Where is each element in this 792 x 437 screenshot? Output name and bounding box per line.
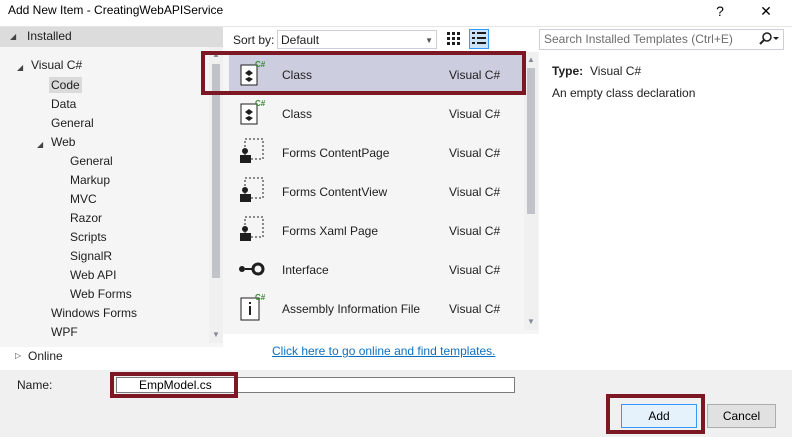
tree-item-online[interactable]: Online [28, 349, 63, 363]
details-type-label: Type: [552, 64, 584, 78]
tree-item-general[interactable]: General [51, 116, 94, 130]
svg-text:C#: C# [255, 293, 265, 302]
window-title: Add New Item - CreatingWebAPIService [8, 3, 224, 17]
annotation-highlight-add [606, 394, 705, 434]
tree-item-razor[interactable]: Razor [70, 211, 102, 225]
forms-page-icon [237, 176, 265, 206]
tree-item-signalr[interactable]: SignalR [70, 249, 112, 263]
details-type-value: Visual C# [590, 64, 642, 78]
tree-item-mvc[interactable]: MVC [70, 192, 97, 206]
list-scroll-up-icon[interactable]: ▲ [524, 55, 538, 64]
tree-item-web-api[interactable]: Web API [70, 268, 116, 282]
assembly-info-icon: C# [237, 292, 266, 322]
tree-item-web-general[interactable]: General [70, 154, 113, 168]
template-name: Forms ContentPage [282, 146, 390, 160]
list-scroll-down-icon[interactable]: ▼ [524, 317, 538, 326]
tree-item-web[interactable]: Web [51, 135, 75, 149]
template-language: Visual C# [449, 107, 501, 121]
tree-item-web-forms[interactable]: Web Forms [70, 287, 132, 301]
template-name: Forms ContentView [282, 185, 388, 199]
close-button[interactable]: ✕ [752, 0, 780, 24]
template-language: Visual C# [449, 185, 501, 199]
template-language: Visual C# [449, 224, 501, 238]
template-name: Forms Xaml Page [282, 224, 379, 238]
sort-by-value: Default [281, 33, 320, 47]
list-view-icon[interactable] [469, 29, 489, 49]
collapse-web-icon[interactable]: ◢ [37, 140, 43, 149]
collapse-visual-csharp-icon[interactable]: ◢ [17, 63, 23, 72]
tree-item-visual-csharp[interactable]: Visual C# [31, 58, 82, 72]
search-templates-input[interactable]: Search Installed Templates (Ctrl+E) [539, 29, 784, 50]
online-templates-link[interactable]: Click here to go online and find templat… [272, 344, 495, 358]
template-name: Class [282, 107, 313, 121]
forms-page-icon [237, 137, 265, 167]
search-placeholder: Search Installed Templates (Ctrl+E) [544, 32, 733, 46]
tree-item-windows-forms[interactable]: Windows Forms [51, 306, 137, 320]
tree-scroll-down-icon[interactable]: ▼ [209, 330, 223, 339]
template-language: Visual C# [449, 146, 501, 160]
sort-by-select[interactable]: Default ▼ [277, 30, 437, 49]
annotation-highlight-class [201, 51, 526, 95]
template-name: Interface [282, 263, 329, 277]
sort-by-label: Sort by: [233, 33, 275, 47]
list-scroll-thumb[interactable] [527, 68, 535, 214]
template-name: Assembly Information File [282, 302, 421, 316]
template-language: Visual C# [449, 302, 501, 316]
search-icon[interactable] [758, 31, 780, 50]
tree-item-installed[interactable]: Installed [27, 29, 72, 43]
tree-item-markup[interactable]: Markup [70, 173, 110, 187]
svg-text:C#: C# [255, 99, 265, 108]
name-label: Name: [17, 378, 53, 392]
annotation-highlight-name [110, 372, 238, 398]
tree-item-data[interactable]: Data [51, 97, 76, 111]
template-language: Visual C# [449, 263, 501, 277]
help-button[interactable]: ? [706, 0, 734, 24]
tree-item-scripts[interactable]: Scripts [70, 230, 107, 244]
tree-item-code[interactable]: Code [49, 77, 82, 93]
interface-icon [237, 254, 265, 284]
tree-item-wpf[interactable]: WPF [51, 325, 78, 339]
cancel-button[interactable]: Cancel [707, 404, 776, 428]
expand-online-icon[interactable]: ▷ [15, 351, 21, 360]
tree-scroll-thumb[interactable] [212, 64, 220, 278]
class-icon: C# [237, 98, 266, 128]
chevron-down-icon: ▼ [425, 36, 433, 45]
details-description: An empty class declaration [552, 86, 696, 100]
collapse-installed-icon[interactable]: ◢ [10, 32, 16, 41]
forms-page-icon [237, 215, 265, 245]
small-icons-view-icon[interactable] [444, 30, 462, 48]
